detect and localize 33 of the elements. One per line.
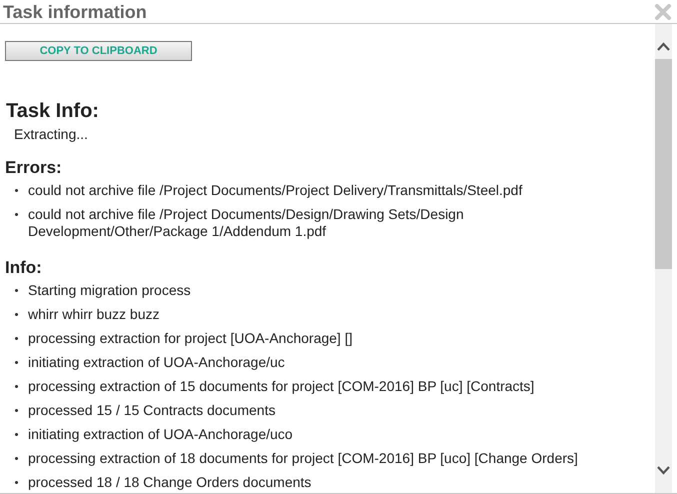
bullet-icon (15, 189, 18, 192)
bullet-icon (15, 481, 18, 484)
bullet-icon (15, 385, 18, 388)
log-message: initiating extraction of UOA-Anchorage/uc (28, 354, 285, 371)
scroll-up-icon[interactable] (657, 42, 670, 51)
bullet-icon (15, 213, 18, 216)
log-message: processing extraction for project [UOA-Anchorage] [] (28, 330, 352, 347)
bullet-icon (15, 409, 18, 412)
close-icon[interactable] (655, 4, 671, 20)
section-heading: Errors: (5, 158, 63, 178)
section-heading: Task Info: (6, 99, 100, 123)
log-message: could not archive file /Project Documents/Design/Drawing Sets/Design Development/Other/Package 1/Addendum 1.pdf (28, 206, 465, 240)
window-title: Task information (2, 2, 147, 22)
log-message: whirr whirr buzz buzz (28, 306, 160, 323)
bullet-icon (15, 337, 18, 340)
section-heading: Info: (5, 258, 43, 278)
copy-to-clipboard-button[interactable]: COPY TO CLIPBOARD (5, 41, 192, 61)
log-message: Starting migration process (28, 282, 191, 299)
bullet-icon (15, 433, 18, 436)
bullet-icon (15, 457, 18, 460)
log-message: processing extraction of 15 documents for project [COM-2016] BP [uc] [Contracts] (28, 378, 534, 395)
scrollbar[interactable] (655, 24, 672, 493)
task-status: Extracting... (14, 126, 89, 143)
log-message: processed 15 / 15 Contracts documents (28, 402, 276, 419)
scroll-down-icon[interactable] (657, 466, 670, 475)
scrollbar-thumb[interactable] (655, 59, 672, 269)
log-message: processed 18 / 18 Change Orders documents (28, 474, 312, 491)
bullet-icon (15, 361, 18, 364)
bullet-icon (15, 289, 18, 292)
log-message: processing extraction of 18 documents for project [COM-2016] BP [uco] [Change Orders] (28, 450, 578, 467)
log-message: initiating extraction of UOA-Anchorage/uco (28, 426, 293, 443)
log-message: could not archive file /Project Documents/Project Delivery/Transmittals/Steel.pdf (28, 182, 522, 199)
bullet-icon (15, 313, 18, 316)
